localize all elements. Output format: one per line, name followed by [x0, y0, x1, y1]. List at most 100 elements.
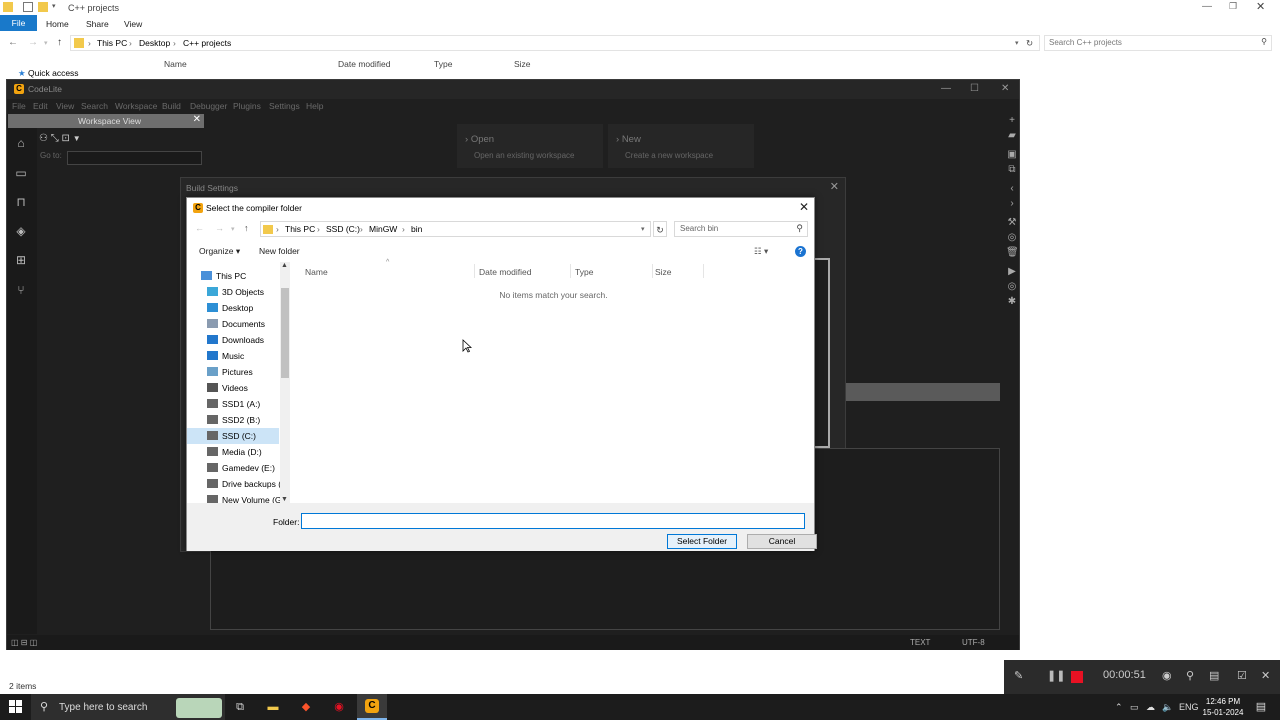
file-explorer-icon[interactable]: ▬ [264, 698, 282, 716]
menu-workspace[interactable]: Workspace [115, 101, 157, 111]
breadcrumb-this-pc[interactable]: This PC [97, 38, 127, 48]
breadcrumb-bin[interactable]: bin [411, 224, 422, 234]
select-folder-button[interactable]: Select Folder [667, 534, 737, 549]
back-icon[interactable]: ‹ [1006, 183, 1018, 195]
nav-item[interactable]: Documents [187, 316, 279, 332]
nav-item[interactable]: Media (D:) [187, 444, 279, 460]
task-view-icon[interactable]: ⧉ [231, 698, 249, 716]
volume-icon[interactable]: 🔈 [1162, 702, 1173, 713]
properties-icon[interactable] [23, 2, 33, 12]
quick-access[interactable]: ★ Quick access [18, 68, 79, 79]
close-button[interactable]: ✕ [1256, 0, 1265, 13]
nav-item[interactable]: Pictures [187, 364, 279, 380]
chevron-down-icon[interactable]: ▾ [44, 39, 48, 47]
breadcrumb-ssd-c[interactable]: SSD (C:) [326, 224, 360, 234]
maximize-button[interactable]: ☐ [970, 83, 979, 94]
menu-build[interactable]: Build [162, 101, 181, 111]
column-date-modified[interactable]: Date modified [338, 59, 390, 69]
recorder-app-icon[interactable]: ◉ [330, 698, 348, 716]
tabs-icon[interactable]: ⊓ [14, 195, 28, 209]
nav-item[interactable]: SSD1 (A:) [187, 396, 279, 412]
chat-icon[interactable]: ▤ [1209, 669, 1219, 682]
back-arrow-icon[interactable]: ← [195, 223, 204, 233]
new-workspace-card[interactable]: › New Create a new workspace [608, 124, 754, 168]
up-arrow-icon[interactable]: ↑ [57, 37, 62, 48]
open-workspace-card[interactable]: › Open Open an existing workspace [457, 124, 603, 168]
column-divider[interactable] [570, 264, 571, 278]
menu-search[interactable]: Search [81, 101, 108, 111]
menu-view[interactable]: View [56, 101, 74, 111]
chevron-down-icon[interactable]: ▾ [1015, 39, 1019, 47]
zoom-icon[interactable]: ⚲ [1186, 669, 1194, 682]
forward-arrow-icon[interactable]: → [215, 223, 224, 233]
nav-item[interactable]: Music [187, 348, 279, 364]
close-icon[interactable]: ✕ [193, 114, 201, 125]
column-date-modified[interactable]: Date modified [479, 267, 531, 277]
folder-input[interactable] [301, 513, 805, 529]
pen-icon[interactable]: ✎ [1014, 669, 1023, 682]
codelite-taskbar-button[interactable]: C [357, 694, 387, 720]
save-icon[interactable]: ▣ [1006, 149, 1018, 161]
pin-icon[interactable]: ⤡ [51, 133, 59, 144]
tab-file[interactable]: File [0, 15, 37, 31]
stop-run-icon[interactable]: ◎ [1006, 281, 1018, 293]
minimize-button[interactable]: — [941, 83, 951, 94]
column-size[interactable]: Size [655, 267, 672, 277]
chevron-down-icon[interactable]: ▾ [52, 2, 62, 12]
column-name[interactable]: Name [305, 267, 328, 277]
nav-item[interactable]: Drive backups (F [187, 476, 280, 492]
explorer-search-input[interactable]: Search C++ projects ⚲ [1044, 35, 1272, 51]
menu-help[interactable]: Help [306, 101, 323, 111]
scroll-up-icon[interactable]: ▲ [281, 262, 288, 269]
onedrive-icon[interactable]: ☁ [1146, 702, 1155, 713]
navigation-scrollbar[interactable]: ▲ ▼ [280, 262, 290, 503]
notifications-icon[interactable]: ▤ [1252, 698, 1270, 716]
column-type[interactable]: Type [434, 59, 452, 69]
clean-icon[interactable]: 🗑 [1006, 247, 1019, 259]
home-icon[interactable]: ⌂ [14, 136, 28, 150]
dialog-address-bar[interactable]: › This PC › SSD (C:) › MinGW › bin ▾ [260, 221, 651, 237]
edit-icon[interactable]: ☑ [1237, 669, 1247, 682]
column-divider[interactable] [703, 264, 704, 278]
chevron-down-icon[interactable]: ▾ [641, 225, 645, 233]
breadcrumb-mingw[interactable]: MinGW [369, 224, 397, 234]
up-arrow-icon[interactable]: ↑ [244, 223, 249, 233]
stop-record-button[interactable] [1071, 671, 1083, 683]
terminal-icon[interactable]: ⊡ [62, 133, 70, 144]
menu-debugger[interactable]: Debugger [190, 101, 227, 111]
view-options-icon[interactable]: ☷ ▾ [754, 246, 768, 257]
nav-item[interactable]: SSD2 (B:) [187, 412, 279, 428]
tab-share[interactable]: Share [80, 17, 115, 32]
new-folder-icon[interactable] [38, 2, 48, 12]
dialog-search-input[interactable]: Search bin ⚲ [674, 221, 808, 237]
nav-item[interactable]: Gamedev (E:) [187, 460, 279, 476]
minimize-button[interactable]: — [1202, 1, 1212, 12]
plus-icon[interactable]: + [1006, 115, 1018, 127]
close-icon[interactable]: ✕ [799, 200, 809, 214]
chevron-down-icon[interactable]: ▼ [73, 134, 81, 143]
debug-icon[interactable]: ✱ [1006, 296, 1018, 308]
run-icon[interactable]: ▶ [1006, 266, 1018, 278]
user-icon[interactable]: ⚇ [39, 133, 48, 144]
language-indicator[interactable]: ENG [1179, 702, 1199, 712]
taskbar-clock[interactable]: 12:46 PM 15-01-2024 [1200, 696, 1246, 718]
close-icon[interactable]: ✕ [1261, 669, 1270, 682]
nav-item[interactable]: This PC [187, 268, 279, 284]
pause-icon[interactable]: ❚❚ [1047, 669, 1065, 682]
camera-icon[interactable]: ◉ [1162, 669, 1172, 682]
close-button[interactable]: ✕ [1001, 83, 1009, 94]
tab-view[interactable]: View [118, 17, 148, 32]
nav-item[interactable]: Desktop [187, 300, 279, 316]
nav-item[interactable]: Videos [187, 380, 279, 396]
refresh-icon[interactable]: ↻ [1026, 38, 1033, 49]
back-arrow-icon[interactable]: ← [8, 37, 18, 48]
column-name[interactable]: Name [164, 59, 187, 69]
panel-toggle-icon[interactable]: ◫ ⊟ ◫ [11, 638, 37, 647]
cancel-button[interactable]: Cancel [747, 534, 817, 549]
scrollbar-thumb[interactable] [281, 288, 289, 378]
save-all-icon[interactable]: ⧉ [1006, 164, 1018, 176]
menu-file[interactable]: File [12, 101, 26, 111]
network-icon[interactable]: ▭ [1130, 702, 1139, 713]
column-type[interactable]: Type [575, 267, 593, 277]
new-folder-button[interactable]: New folder [259, 246, 300, 256]
